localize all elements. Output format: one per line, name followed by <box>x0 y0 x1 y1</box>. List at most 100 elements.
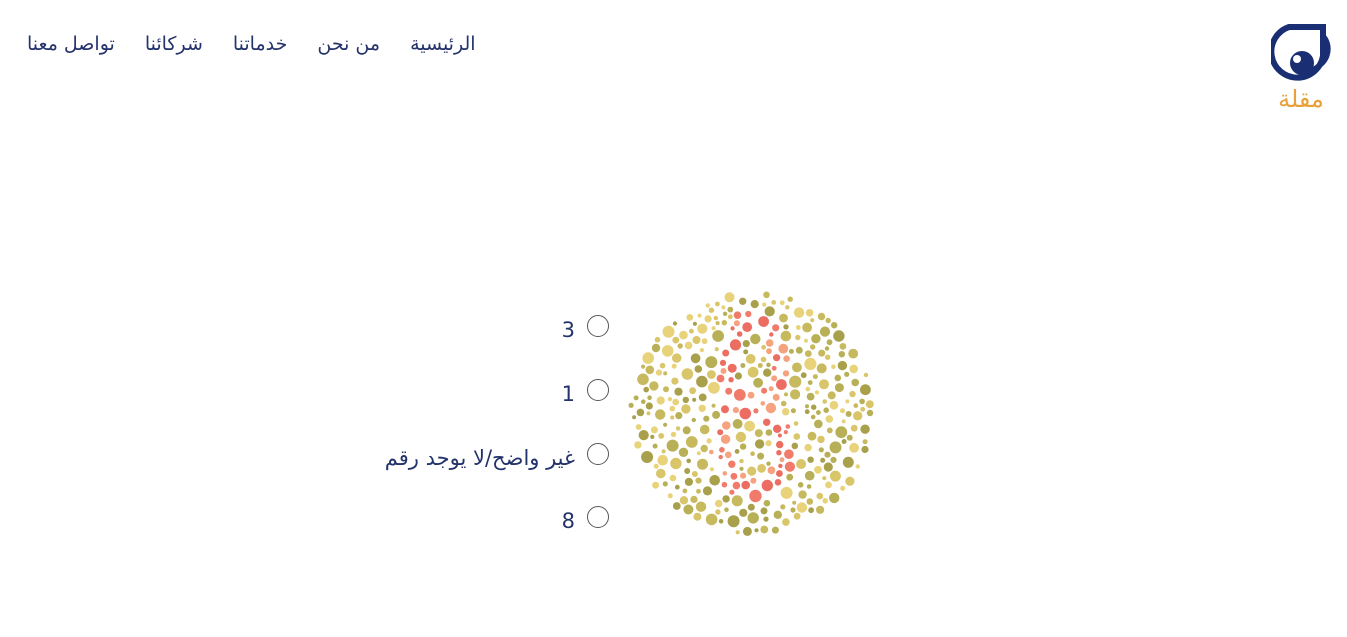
plate-dot <box>765 429 773 436</box>
plate-dot <box>776 470 783 477</box>
nav-item-home[interactable]: الرئيسية <box>410 30 475 58</box>
plate-dot <box>655 369 663 376</box>
nav-item-services[interactable]: خدماتنا <box>233 30 288 58</box>
plate-dot <box>661 345 674 357</box>
plate-dot <box>663 371 668 376</box>
plate-dot <box>742 526 752 536</box>
plate-dot <box>733 389 746 401</box>
radio-button[interactable] <box>587 379 609 401</box>
plate-dot <box>795 334 801 341</box>
plate-dot <box>831 364 836 369</box>
plate-dot <box>842 456 854 468</box>
plate-dot <box>735 530 740 535</box>
plate-dot <box>739 297 747 305</box>
plate-dot <box>663 422 668 427</box>
plate-dot <box>829 400 839 410</box>
plate-dot <box>711 326 716 331</box>
plate-dot <box>708 381 720 394</box>
plate-dot <box>721 405 729 414</box>
plate-dot <box>682 488 688 494</box>
plate-dot <box>672 398 679 406</box>
plate-dot <box>727 515 740 528</box>
plate-dot <box>672 336 680 344</box>
plate-dot <box>749 489 762 503</box>
plate-dot <box>853 403 859 408</box>
plate-dot <box>810 414 816 420</box>
plate-dot <box>773 510 782 519</box>
plate-dot <box>778 463 783 469</box>
plate-dot <box>825 415 834 423</box>
radio-button[interactable] <box>587 506 609 528</box>
plate-dot <box>838 351 845 358</box>
plate-dot <box>782 370 790 377</box>
plate-dot <box>747 391 755 399</box>
plate-dot <box>733 320 740 327</box>
radio-button[interactable] <box>587 315 609 337</box>
plate-dot <box>730 472 738 480</box>
plate-dot <box>711 403 716 408</box>
plate-dot <box>806 392 815 401</box>
option-1[interactable]: 1 <box>562 376 609 406</box>
plate-dot <box>686 458 691 464</box>
radio-button[interactable] <box>587 443 609 465</box>
plate-dot <box>657 454 668 466</box>
nav-item-contact[interactable]: تواصل معنا <box>27 30 115 58</box>
plate-dot <box>810 318 815 323</box>
plate-dot <box>814 419 823 429</box>
plate-dot <box>678 447 689 457</box>
site-logo[interactable]: مقلة <box>1268 24 1331 114</box>
option-3[interactable]: 3 <box>562 312 609 342</box>
plate-dot <box>766 461 771 466</box>
plate-dot <box>823 462 833 472</box>
plate-dot <box>841 439 847 444</box>
plate-dot <box>810 344 816 350</box>
plate-dot <box>827 391 836 400</box>
plate-dot <box>702 486 713 496</box>
plate-dot <box>742 340 750 348</box>
plate-dot <box>632 415 637 420</box>
plate-dot <box>628 402 634 408</box>
nav-item-partners[interactable]: شركائنا <box>145 30 203 58</box>
plate-dot <box>823 407 829 413</box>
plate-dot <box>685 436 698 448</box>
plate-dot <box>646 411 651 416</box>
plate-dot <box>853 411 863 421</box>
plate-dot <box>808 507 814 514</box>
plate-dot <box>700 444 708 453</box>
plate-dot <box>704 315 712 323</box>
plate-dot <box>793 421 799 426</box>
eye-logo-icon <box>1268 24 1331 81</box>
plate-dot <box>709 475 720 486</box>
plate-dot <box>696 451 701 456</box>
option-unclear[interactable]: غير واضح/لا يوجد رقم <box>385 440 609 470</box>
plate-dot <box>805 309 814 317</box>
plate-dot <box>816 410 821 415</box>
plate-dot <box>633 395 639 401</box>
plate-dot <box>818 349 826 357</box>
plate-dot <box>840 485 846 491</box>
plate-dot <box>642 352 654 364</box>
plate-dot <box>784 449 794 459</box>
plate-dot <box>671 363 677 369</box>
option-8[interactable]: 8 <box>562 503 609 533</box>
plate-dot <box>727 314 733 320</box>
plate-dot <box>831 322 838 329</box>
main-nav: تواصل معنا شركائنا خدماتنا من نحن الرئيس… <box>27 30 476 58</box>
plate-dot <box>649 381 659 391</box>
plate-dot <box>716 374 725 383</box>
plate-dot <box>650 426 658 434</box>
plate-dot <box>850 424 858 432</box>
plate-dot <box>684 468 691 474</box>
plate-dot <box>860 384 871 396</box>
plate-dot <box>643 386 649 393</box>
plate-dot <box>696 375 708 388</box>
plate-dot <box>705 356 718 369</box>
plate-dot <box>722 311 728 316</box>
plate-dot <box>698 404 706 412</box>
plate-dot <box>785 305 790 310</box>
plate-dot <box>709 449 714 455</box>
plate-dot <box>750 300 759 309</box>
plate-dot <box>720 434 731 444</box>
nav-item-about[interactable]: من نحن <box>317 30 380 58</box>
plate-dot <box>656 396 665 405</box>
